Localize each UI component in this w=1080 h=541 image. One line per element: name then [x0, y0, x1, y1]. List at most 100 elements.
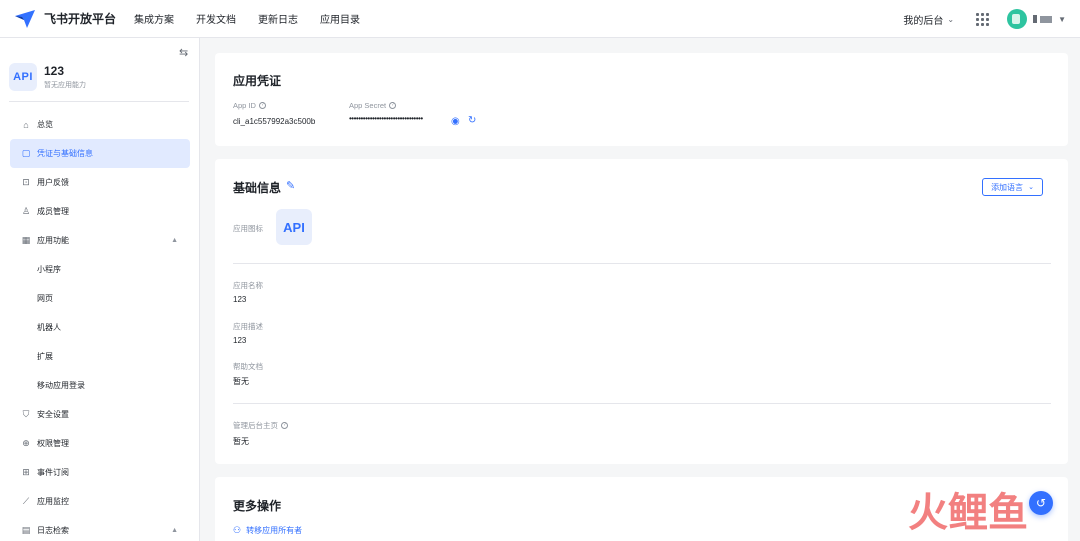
nav-solutions[interactable]: 集成方案	[134, 11, 174, 26]
log-icon: ▤	[21, 525, 31, 535]
help-icon[interactable]: ?	[281, 422, 288, 429]
divider	[9, 101, 189, 102]
sidebar-item-label: 凭证与基础信息	[37, 149, 93, 158]
app-icon-label: 应用图标	[233, 224, 263, 233]
sidebar-item-overview[interactable]: ⌂ 总览	[10, 110, 190, 139]
app-meta: 123 暂无应用能力	[44, 64, 86, 90]
help-float-button[interactable]: ↺	[1029, 491, 1053, 515]
sidebar-item-label: 小程序	[37, 265, 61, 274]
sidebar-item-monitor[interactable]: ⟋ 应用监控	[10, 487, 190, 516]
help-icon[interactable]: ?	[258, 102, 266, 109]
sidebar-item-bot[interactable]: 机器人	[10, 313, 190, 342]
sidebar-item-label: 用户反馈	[37, 178, 69, 187]
eye-icon[interactable]: ◉	[451, 116, 460, 127]
lock-icon: ⊕	[22, 438, 30, 448]
basic-info-title: 基础信息	[233, 181, 282, 195]
refresh-icon[interactable]: ↻	[468, 115, 476, 126]
sidebar-item-features[interactable]: ▦ 应用功能 ▲	[10, 226, 190, 255]
app-capability: 暂无应用能力	[44, 82, 86, 89]
top-nav: 集成方案 开发文档 更新日志 应用目录	[134, 11, 382, 26]
app-icon[interactable]: API	[276, 209, 312, 245]
sidebar-item-label: 总览	[37, 120, 53, 129]
sidebar-item-permissions[interactable]: ⊕ 权限管理	[10, 429, 190, 458]
top-navigation-bar: 飞书开放平台 集成方案 开发文档 更新日志 应用目录 我的后台 ⌄ ▼	[0, 0, 1080, 38]
basic-info-card: 基础信息 ✎ 添加语言 ⌄ 应用图标 API 应用名称 123 应用描述 123…	[215, 159, 1068, 464]
admin-home-label: 管理后台主页?	[233, 420, 288, 431]
sidebar-item-extension[interactable]: 扩展	[10, 342, 190, 371]
transfer-owner-label: 转移应用所有者	[246, 526, 303, 535]
sidebar-item-label: 移动应用登录	[37, 381, 85, 390]
help-icon[interactable]: ?	[389, 102, 397, 109]
divider	[233, 403, 1051, 404]
app-desc-value: 123	[233, 336, 247, 345]
user-menu[interactable]: ▼	[1007, 9, 1066, 29]
sidebar-item-web[interactable]: 网页	[10, 284, 190, 313]
app-name-label: 应用名称	[233, 281, 263, 290]
sidebar-item-mobile-login[interactable]: 移动应用登录	[10, 371, 190, 400]
sidebar: ⇆ API 123 暂无应用能力 ⌂ 总览 ▢ 凭证与基础信息 ⊡ 用户反馈 ♙…	[0, 38, 200, 541]
sidebar-item-label: 成员管理	[37, 207, 69, 216]
chevron-down-icon: ⌄	[947, 14, 955, 24]
app-id-value[interactable]: cli_a1c557992a3c500b	[233, 117, 315, 126]
nav-app-directory[interactable]: 应用目录	[320, 11, 360, 26]
brand[interactable]: 飞书开放平台	[14, 9, 116, 29]
app-grid-icon[interactable]	[976, 12, 990, 26]
app-logo: API	[9, 63, 37, 91]
sidebar-item-miniprogram[interactable]: 小程序	[10, 255, 190, 284]
app-secret-value: ••••••••••••••••••••••••••••••••	[349, 114, 423, 123]
divider	[233, 263, 1051, 264]
sidebar-item-security[interactable]: ⛉ 安全设置	[10, 400, 190, 429]
collapse-sidebar-icon[interactable]: ⇆	[179, 46, 188, 59]
sidebar-item-events[interactable]: ⊞ 事件订阅	[10, 458, 190, 487]
sidebar-item-credentials[interactable]: ▢ 凭证与基础信息	[10, 139, 190, 168]
transfer-user-icon: ⚇	[233, 525, 242, 535]
more-actions-title: 更多操作	[233, 499, 282, 513]
top-right: 我的后台 ⌄ ▼	[903, 0, 1066, 38]
credentials-title: 应用凭证	[233, 74, 282, 88]
event-icon: ⊞	[22, 467, 30, 477]
app-name-value: 123	[233, 295, 247, 304]
nav-changelog[interactable]: 更新日志	[258, 11, 298, 26]
watermark-char: 火	[908, 491, 948, 535]
watermark-logo: 火 鲤 鱼	[908, 493, 1028, 533]
sidebar-item-logs[interactable]: ▤ 日志检索 ▲	[10, 516, 190, 541]
help-doc-label: 帮助文档	[233, 362, 263, 371]
app-header: API 123 暂无应用能力	[9, 63, 86, 91]
sidebar-item-label: 事件订阅	[37, 468, 69, 477]
credentials-card: 应用凭证 App ID? cli_a1c557992a3c500b App Se…	[215, 53, 1068, 146]
sidebar-item-label: 机器人	[37, 323, 61, 332]
chevron-up-icon: ▲	[171, 237, 178, 244]
avatar	[1007, 9, 1028, 29]
sidebar-item-members[interactable]: ♙ 成员管理	[10, 197, 190, 226]
chevron-down-icon: ⌄	[1028, 184, 1034, 191]
shield-icon: ⛉	[22, 409, 30, 419]
feedback-icon: ⊡	[22, 177, 30, 187]
feature-icon: ▦	[21, 235, 31, 245]
edit-icon[interactable]: ✎	[286, 179, 295, 192]
sidebar-item-label: 应用功能	[37, 236, 69, 245]
sidebar-item-label: 扩展	[37, 352, 53, 361]
monitor-icon: ⟋	[22, 496, 30, 506]
nav-docs[interactable]: 开发文档	[196, 11, 236, 26]
help-doc-value: 暂无	[233, 377, 249, 386]
sidebar-item-label: 应用监控	[37, 497, 69, 506]
sidebar-item-feedback[interactable]: ⊡ 用户反馈	[10, 168, 190, 197]
app-secret-label: App Secret?	[349, 101, 397, 110]
sidebar-menu: ⌂ 总览 ▢ 凭证与基础信息 ⊡ 用户反馈 ♙ 成员管理 ▦ 应用功能 ▲ 小程…	[10, 110, 190, 541]
home-icon: ⌂	[23, 119, 29, 130]
admin-home-value: 暂无	[233, 437, 249, 446]
caret-down-icon: ▼	[1058, 14, 1066, 24]
app-desc-label: 应用描述	[233, 322, 263, 331]
add-language-label: 添加语言	[991, 182, 1024, 192]
credential-icon: ▢	[21, 148, 31, 158]
console-label: 我的后台	[903, 15, 944, 27]
brand-name: 飞书开放平台	[44, 12, 117, 26]
transfer-owner-link[interactable]: ⚇ 转移应用所有者	[233, 525, 302, 536]
watermark-char: 鱼	[988, 491, 1028, 535]
sidebar-item-label: 日志检索	[37, 526, 69, 535]
feishu-logo-icon	[15, 9, 35, 28]
sidebar-item-label: 网页	[37, 294, 53, 303]
member-icon: ♙	[21, 206, 31, 216]
add-language-button[interactable]: 添加语言 ⌄	[982, 178, 1043, 196]
console-dropdown[interactable]: 我的后台 ⌄	[903, 12, 954, 27]
